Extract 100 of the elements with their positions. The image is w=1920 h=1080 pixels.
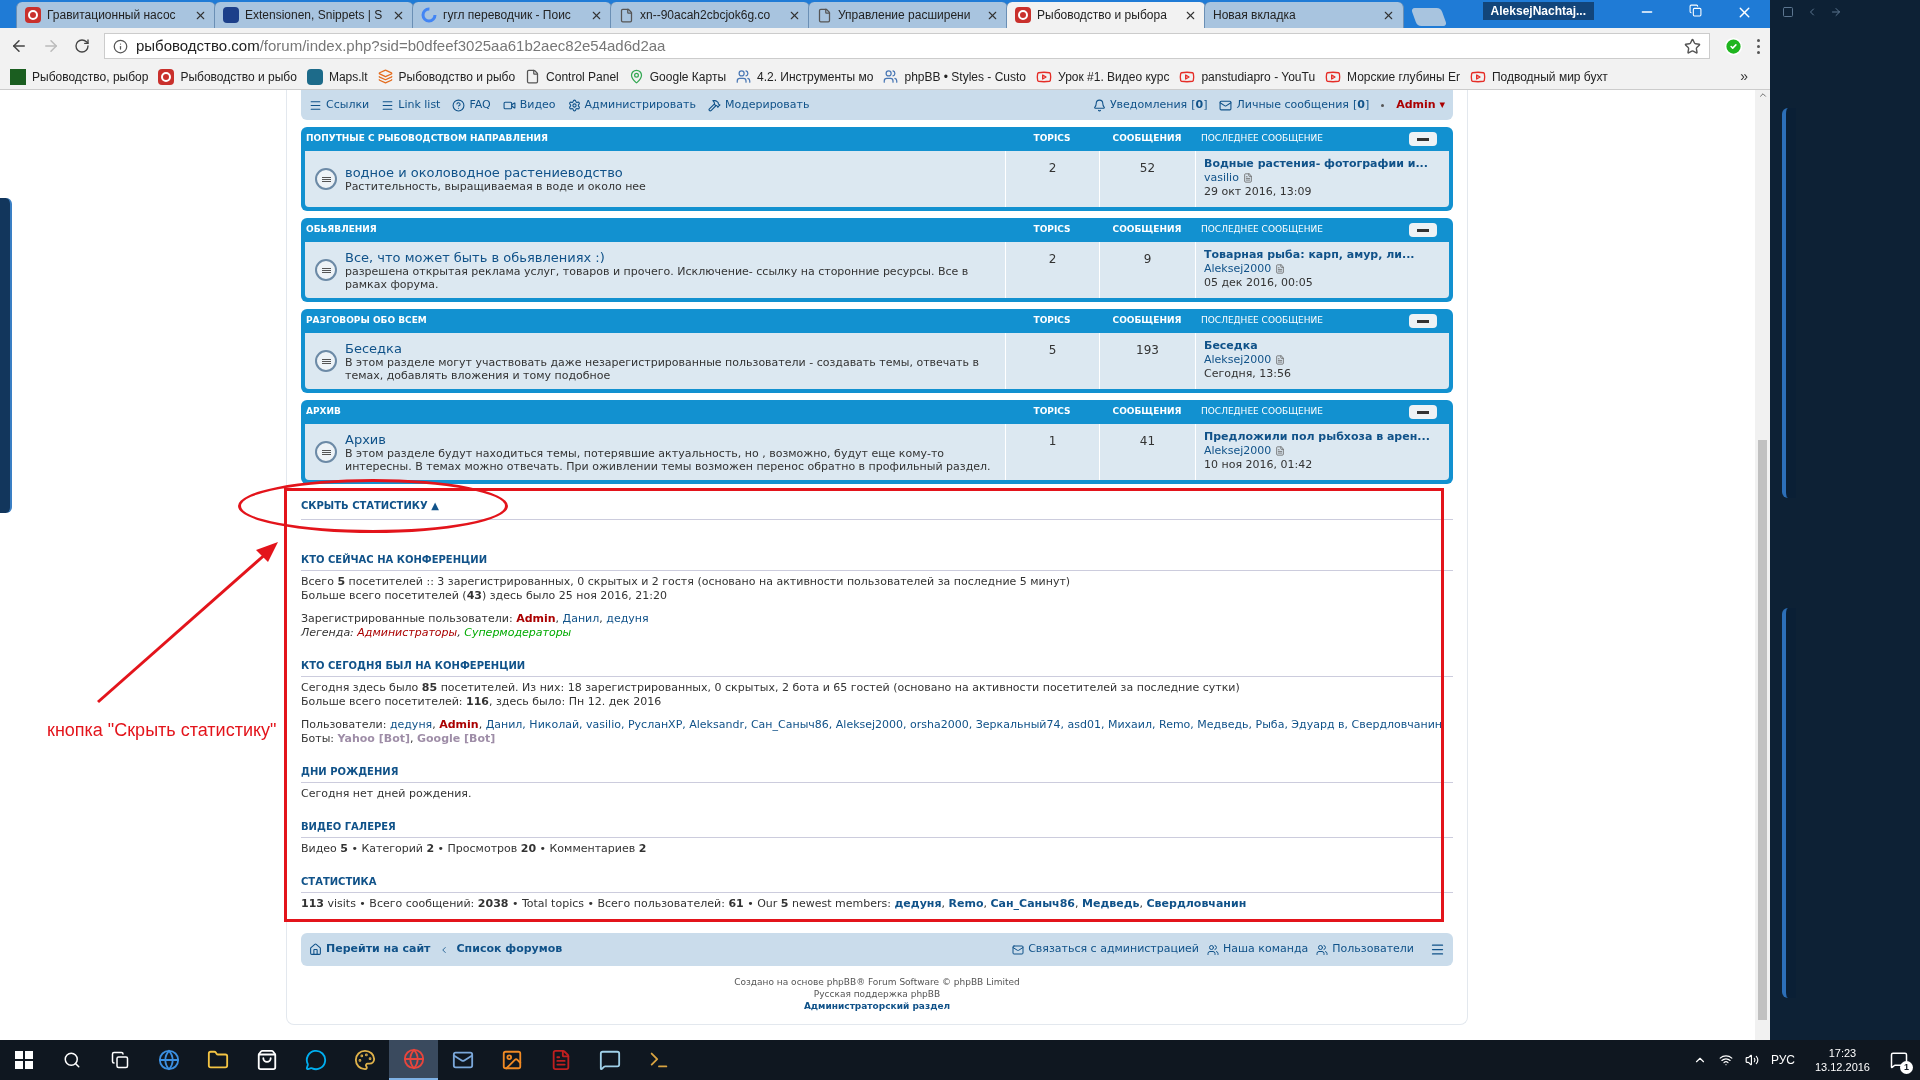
scrollbar[interactable] bbox=[1755, 90, 1770, 1040]
bookmark[interactable]: 4.2. Инструменты мо bbox=[736, 67, 874, 86]
view-post-icon[interactable] bbox=[1275, 355, 1286, 365]
post-date: Сегодня, 13:56 bbox=[1204, 367, 1293, 381]
nav-link[interactable]: Видео bbox=[502, 96, 556, 114]
language-indicator[interactable]: РУС bbox=[1770, 1051, 1795, 1069]
browser-tab[interactable]: xn--90acah2cbcjok6g.co bbox=[610, 2, 810, 28]
hide-stats-toggle[interactable]: СКРЫТЬ СТАТИСТИКУ ▲ bbox=[301, 498, 1453, 520]
last-post-title[interactable]: Водные растения- фотографии и... bbox=[1204, 157, 1449, 171]
mail-icon bbox=[451, 1049, 474, 1071]
team-link[interactable]: Наша команда bbox=[1207, 941, 1309, 958]
collapse-button[interactable] bbox=[1409, 314, 1437, 328]
bookmark[interactable]: Maps.lt bbox=[306, 67, 368, 86]
envelope-icon bbox=[1012, 943, 1025, 956]
browser-tab[interactable]: гугл переводчик - Поис bbox=[412, 2, 612, 28]
category-title[interactable]: ПОПУТНЫЕ С РЫБОВОДСТВОМ НАПРАВЛЕНИЯ bbox=[305, 132, 1005, 146]
bookmark[interactable]: Морские глубины Er bbox=[1325, 67, 1460, 86]
star-icon[interactable] bbox=[1684, 37, 1701, 55]
author-link[interactable]: Aleksej2000 bbox=[1204, 353, 1272, 367]
globe-icon bbox=[157, 1049, 180, 1071]
browser-tab[interactable]: Управление расширени bbox=[808, 2, 1008, 28]
more-icon[interactable] bbox=[1757, 38, 1760, 54]
admin-panel-link[interactable]: Администраторский раздел bbox=[803, 1000, 951, 1012]
back-icon[interactable] bbox=[10, 37, 28, 55]
restore-icon[interactable] bbox=[1689, 4, 1702, 17]
author-link[interactable]: Aleksej2000 bbox=[1204, 444, 1272, 458]
messages-link[interactable]: Личные сообщения [0] bbox=[1219, 96, 1370, 114]
bookmark[interactable]: Подводный мир бухт bbox=[1469, 67, 1608, 86]
bookmark[interactable]: Control Panel bbox=[525, 67, 619, 86]
nav-link[interactable]: Ссылки bbox=[309, 96, 370, 114]
clock[interactable]: 17:23 13.12.2016 bbox=[1814, 1046, 1870, 1074]
view-post-icon[interactable] bbox=[1242, 173, 1253, 183]
search-icon bbox=[63, 1051, 81, 1069]
notification-center-icon[interactable] bbox=[1890, 1051, 1908, 1069]
browser-tab[interactable]: Рыбоводство и рыбора bbox=[1006, 2, 1206, 28]
nav-link[interactable]: Модерировать bbox=[707, 96, 810, 114]
category-title[interactable]: РАЗГОВОРЫ ОБО ВСЕМ bbox=[305, 314, 1005, 328]
menu-icon[interactable] bbox=[1430, 942, 1445, 957]
browser-tab[interactable]: Extensionen, Snippets | S bbox=[214, 2, 414, 28]
view-post-icon[interactable] bbox=[1275, 264, 1286, 274]
bookmark[interactable]: Рыбоводство, рыбор bbox=[10, 67, 149, 86]
forum-title[interactable]: Беседка bbox=[345, 340, 997, 356]
browser-tab[interactable]: Гравитационный насос bbox=[16, 2, 216, 28]
stats-text: Боты: Yahoo [Bot], Google [Bot] bbox=[301, 732, 497, 746]
bookmark[interactable]: Рыбоводство и рыбо bbox=[377, 67, 516, 86]
bookmark[interactable]: panstudiapro - YouTu bbox=[1179, 67, 1316, 86]
nav-link[interactable]: Link list bbox=[381, 96, 441, 114]
forum-index-link[interactable]: Список форумов bbox=[456, 941, 563, 958]
posts-count: 9 bbox=[1099, 242, 1195, 298]
annotation-label: кнопка "Скрыть статистику" bbox=[47, 719, 277, 742]
reload-icon[interactable] bbox=[74, 38, 90, 54]
last-post-title[interactable]: Предложили пол рыбхоза в арен... bbox=[1204, 430, 1449, 444]
note-icon bbox=[598, 1049, 621, 1071]
task-view-icon bbox=[111, 1051, 129, 1069]
page-icon bbox=[525, 69, 541, 84]
check-circle-icon[interactable] bbox=[1724, 36, 1743, 56]
nav-link[interactable]: FAQ bbox=[452, 96, 491, 114]
notifications-link[interactable]: Уведомления [0] bbox=[1092, 96, 1208, 114]
network-icon[interactable] bbox=[1718, 1053, 1733, 1067]
volume-icon[interactable] bbox=[1744, 1053, 1759, 1067]
envelope-icon bbox=[1219, 98, 1233, 112]
user-menu[interactable]: Admin ▾ bbox=[1396, 96, 1445, 114]
forum-title[interactable]: Архив bbox=[345, 431, 997, 447]
more-bookmarks-button[interactable]: » bbox=[1740, 66, 1748, 87]
bookmark[interactable]: Google Карты bbox=[628, 67, 726, 86]
members-link[interactable]: Пользователи bbox=[1316, 941, 1414, 958]
bookmark[interactable]: Рыбоводство и рыбо bbox=[158, 67, 297, 86]
bookmark[interactable]: Урок #1. Видео курс bbox=[1036, 67, 1170, 86]
author-link[interactable]: vasilio bbox=[1204, 171, 1239, 185]
collapse-button[interactable] bbox=[1409, 405, 1437, 419]
browser-tab[interactable]: Новая вкладка bbox=[1204, 2, 1404, 28]
category-title[interactable]: АРХИВ bbox=[305, 405, 1005, 419]
column-header: СООБЩЕНИЯ bbox=[1111, 132, 1183, 146]
ring-logo-icon bbox=[158, 68, 175, 85]
collapse-button[interactable] bbox=[1409, 132, 1437, 146]
people-icon bbox=[1316, 943, 1329, 956]
forum-title[interactable]: водное и околоводное растениеводство bbox=[345, 165, 646, 180]
bell-icon bbox=[1092, 98, 1106, 112]
forum-title[interactable]: Все, что может быть в обьявлениях :) bbox=[345, 249, 997, 265]
view-post-icon[interactable] bbox=[1275, 446, 1286, 456]
nav-link[interactable]: Администрировать bbox=[567, 96, 696, 114]
category-title[interactable]: ОБЬЯВЛЕНИЯ bbox=[305, 223, 1005, 237]
last-post-title[interactable]: Беседка bbox=[1204, 339, 1449, 353]
section-heading: КТО СЕЙЧАС НА КОНФЕРЕНЦИИ bbox=[301, 552, 1453, 571]
column-header: TOPICS bbox=[1032, 314, 1072, 328]
collapse-button[interactable] bbox=[1409, 223, 1437, 237]
scroll-up-icon[interactable] bbox=[1757, 90, 1768, 100]
profile-name[interactable]: AleksejNachtaj... bbox=[1482, 2, 1594, 20]
home-link[interactable]: Перейти на сайт bbox=[309, 941, 431, 958]
column-header: ПОСЛЕДНЕЕ СООБЩЕНИЕ bbox=[1200, 405, 1324, 419]
author-link[interactable]: Aleksej2000 bbox=[1204, 262, 1272, 276]
bookmark[interactable]: phpBB • Styles - Custo bbox=[883, 67, 1027, 86]
rounded-logo-icon bbox=[306, 68, 323, 85]
address-field[interactable]: рыбоводство.com/forum/index.php?sid=b0dfeef3025aa61b2aec82e54ad6d2aa bbox=[104, 33, 1710, 59]
stats-text: Зарегистрированные пользователи: Admin, Данил, дедуня bbox=[301, 612, 650, 626]
contact-link[interactable]: Связаться с администрацией bbox=[1012, 941, 1200, 958]
info-icon bbox=[113, 38, 128, 54]
globe-icon bbox=[402, 1048, 425, 1070]
last-post-title[interactable]: Товарная рыба: карп, амур, ли... bbox=[1204, 248, 1449, 262]
section-heading: КТО СЕГОДНЯ БЫЛ НА КОНФЕРЕНЦИИ bbox=[301, 658, 1453, 677]
